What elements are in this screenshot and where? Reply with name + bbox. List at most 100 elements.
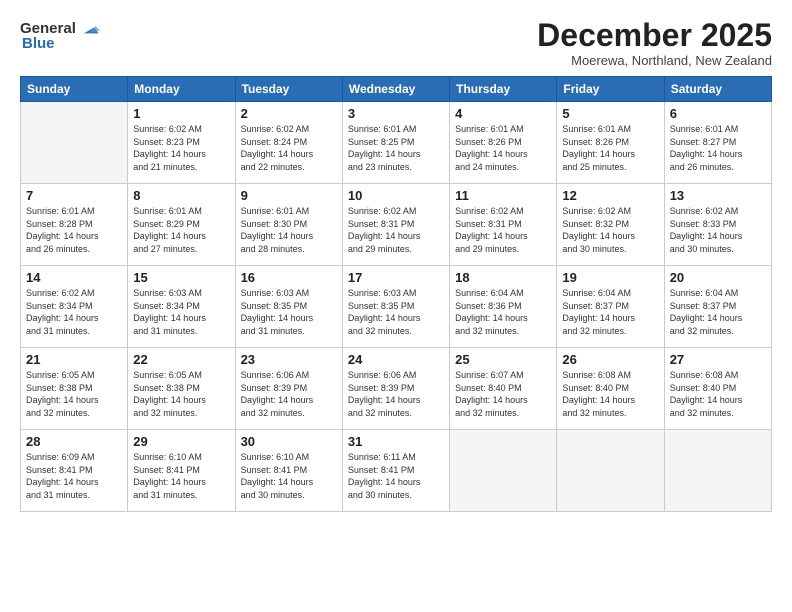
day-number: 13 (670, 188, 766, 203)
day-info: Sunrise: 6:01 AM Sunset: 8:29 PM Dayligh… (133, 205, 229, 255)
day-number: 28 (26, 434, 122, 449)
day-info: Sunrise: 6:08 AM Sunset: 8:40 PM Dayligh… (670, 369, 766, 419)
day-info: Sunrise: 6:04 AM Sunset: 8:36 PM Dayligh… (455, 287, 551, 337)
table-row: 6 Sunrise: 6:01 AM Sunset: 8:27 PM Daylig… (664, 102, 771, 184)
logo-blue: Blue (22, 36, 55, 53)
day-number: 15 (133, 270, 229, 285)
table-row (664, 430, 771, 512)
table-row (450, 430, 557, 512)
day-number: 5 (562, 106, 658, 121)
day-info: Sunrise: 6:06 AM Sunset: 8:39 PM Dayligh… (348, 369, 444, 419)
table-row: 27 Sunrise: 6:08 AM Sunset: 8:40 PM Dayli… (664, 348, 771, 430)
day-info: Sunrise: 6:04 AM Sunset: 8:37 PM Dayligh… (562, 287, 658, 337)
header: General Blue December 2025 Moerewa, Nort… (20, 18, 772, 68)
day-number: 31 (348, 434, 444, 449)
table-row: 31 Sunrise: 6:11 AM Sunset: 8:41 PM Dayli… (342, 430, 449, 512)
day-info: Sunrise: 6:05 AM Sunset: 8:38 PM Dayligh… (133, 369, 229, 419)
day-number: 10 (348, 188, 444, 203)
day-number: 1 (133, 106, 229, 121)
calendar-table: Sunday Monday Tuesday Wednesday Thursday… (20, 76, 772, 512)
table-row: 4 Sunrise: 6:01 AM Sunset: 8:26 PM Daylig… (450, 102, 557, 184)
table-row: 23Sunrise: 6:06 AM Sunset: 8:39 PM Dayli… (235, 348, 342, 430)
day-info: Sunrise: 6:01 AM Sunset: 8:30 PM Dayligh… (241, 205, 337, 255)
day-number: 6 (670, 106, 766, 121)
table-row: 25Sunrise: 6:07 AM Sunset: 8:40 PM Dayli… (450, 348, 557, 430)
day-info: Sunrise: 6:02 AM Sunset: 8:32 PM Dayligh… (562, 205, 658, 255)
day-info: Sunrise: 6:02 AM Sunset: 8:31 PM Dayligh… (348, 205, 444, 255)
col-saturday: Saturday (664, 77, 771, 102)
table-row: 8 Sunrise: 6:01 AM Sunset: 8:29 PM Daylig… (128, 184, 235, 266)
day-number: 16 (241, 270, 337, 285)
day-number: 18 (455, 270, 551, 285)
table-row: 10 Sunrise: 6:02 AM Sunset: 8:31 PM Dayli… (342, 184, 449, 266)
table-row: 29 Sunrise: 6:10 AM Sunset: 8:41 PM Dayli… (128, 430, 235, 512)
table-row: 22 Sunrise: 6:05 AM Sunset: 8:38 PM Dayli… (128, 348, 235, 430)
table-row: 21Sunrise: 6:05 AM Sunset: 8:38 PM Dayli… (21, 348, 128, 430)
day-number: 23 (241, 352, 337, 367)
day-number: 4 (455, 106, 551, 121)
day-number: 21 (26, 352, 122, 367)
day-number: 17 (348, 270, 444, 285)
day-number: 22 (133, 352, 229, 367)
day-info: Sunrise: 6:02 AM Sunset: 8:31 PM Dayligh… (455, 205, 551, 255)
col-tuesday: Tuesday (235, 77, 342, 102)
day-info: Sunrise: 6:07 AM Sunset: 8:40 PM Dayligh… (455, 369, 551, 419)
day-info: Sunrise: 6:11 AM Sunset: 8:41 PM Dayligh… (348, 451, 444, 501)
day-info: Sunrise: 6:01 AM Sunset: 8:26 PM Dayligh… (562, 123, 658, 173)
day-info: Sunrise: 6:01 AM Sunset: 8:26 PM Dayligh… (455, 123, 551, 173)
calendar-week-2: 14 Sunrise: 6:02 AM Sunset: 8:34 PM Dayli… (21, 266, 772, 348)
calendar-header-row: Sunday Monday Tuesday Wednesday Thursday… (21, 77, 772, 102)
title-block: December 2025 Moerewa, Northland, New Ze… (537, 18, 772, 68)
calendar-week-4: 28 Sunrise: 6:09 AM Sunset: 8:41 PM Dayli… (21, 430, 772, 512)
day-info: Sunrise: 6:03 AM Sunset: 8:35 PM Dayligh… (241, 287, 337, 337)
table-row: 28 Sunrise: 6:09 AM Sunset: 8:41 PM Dayli… (21, 430, 128, 512)
table-row: 5 Sunrise: 6:01 AM Sunset: 8:26 PM Daylig… (557, 102, 664, 184)
day-number: 29 (133, 434, 229, 449)
day-number: 7 (26, 188, 122, 203)
table-row: 15 Sunrise: 6:03 AM Sunset: 8:34 PM Dayli… (128, 266, 235, 348)
col-wednesday: Wednesday (342, 77, 449, 102)
day-info: Sunrise: 6:10 AM Sunset: 8:41 PM Dayligh… (133, 451, 229, 501)
day-info: Sunrise: 6:02 AM Sunset: 8:24 PM Dayligh… (241, 123, 337, 173)
col-thursday: Thursday (450, 77, 557, 102)
day-info: Sunrise: 6:03 AM Sunset: 8:35 PM Dayligh… (348, 287, 444, 337)
table-row (557, 430, 664, 512)
logo-icon (78, 18, 100, 40)
table-row: 3 Sunrise: 6:01 AM Sunset: 8:25 PM Daylig… (342, 102, 449, 184)
day-info: Sunrise: 6:01 AM Sunset: 8:25 PM Dayligh… (348, 123, 444, 173)
day-info: Sunrise: 6:01 AM Sunset: 8:28 PM Dayligh… (26, 205, 122, 255)
day-info: Sunrise: 6:09 AM Sunset: 8:41 PM Dayligh… (26, 451, 122, 501)
table-row: 17 Sunrise: 6:03 AM Sunset: 8:35 PM Dayli… (342, 266, 449, 348)
month-title: December 2025 (537, 18, 772, 53)
table-row: 18 Sunrise: 6:04 AM Sunset: 8:36 PM Dayli… (450, 266, 557, 348)
day-number: 30 (241, 434, 337, 449)
table-row: 2Sunrise: 6:02 AM Sunset: 8:24 PM Daylig… (235, 102, 342, 184)
col-monday: Monday (128, 77, 235, 102)
calendar-week-0: 1 Sunrise: 6:02 AM Sunset: 8:23 PM Daylig… (21, 102, 772, 184)
table-row: 14 Sunrise: 6:02 AM Sunset: 8:34 PM Dayli… (21, 266, 128, 348)
day-number: 24 (348, 352, 444, 367)
day-number: 12 (562, 188, 658, 203)
day-info: Sunrise: 6:02 AM Sunset: 8:23 PM Dayligh… (133, 123, 229, 173)
day-number: 27 (670, 352, 766, 367)
table-row: 9Sunrise: 6:01 AM Sunset: 8:30 PM Daylig… (235, 184, 342, 266)
day-info: Sunrise: 6:04 AM Sunset: 8:37 PM Dayligh… (670, 287, 766, 337)
day-info: Sunrise: 6:01 AM Sunset: 8:27 PM Dayligh… (670, 123, 766, 173)
day-info: Sunrise: 6:03 AM Sunset: 8:34 PM Dayligh… (133, 287, 229, 337)
col-friday: Friday (557, 77, 664, 102)
day-number: 26 (562, 352, 658, 367)
table-row: 1 Sunrise: 6:02 AM Sunset: 8:23 PM Daylig… (128, 102, 235, 184)
day-number: 11 (455, 188, 551, 203)
calendar-week-1: 7 Sunrise: 6:01 AM Sunset: 8:28 PM Daylig… (21, 184, 772, 266)
day-info: Sunrise: 6:08 AM Sunset: 8:40 PM Dayligh… (562, 369, 658, 419)
day-number: 14 (26, 270, 122, 285)
day-number: 8 (133, 188, 229, 203)
day-info: Sunrise: 6:02 AM Sunset: 8:34 PM Dayligh… (26, 287, 122, 337)
table-row: 30Sunrise: 6:10 AM Sunset: 8:41 PM Dayli… (235, 430, 342, 512)
day-number: 20 (670, 270, 766, 285)
table-row: 16 Sunrise: 6:03 AM Sunset: 8:35 PM Dayli… (235, 266, 342, 348)
day-number: 3 (348, 106, 444, 121)
table-row (21, 102, 128, 184)
table-row: 12 Sunrise: 6:02 AM Sunset: 8:32 PM Dayli… (557, 184, 664, 266)
logo: General Blue (20, 18, 100, 53)
